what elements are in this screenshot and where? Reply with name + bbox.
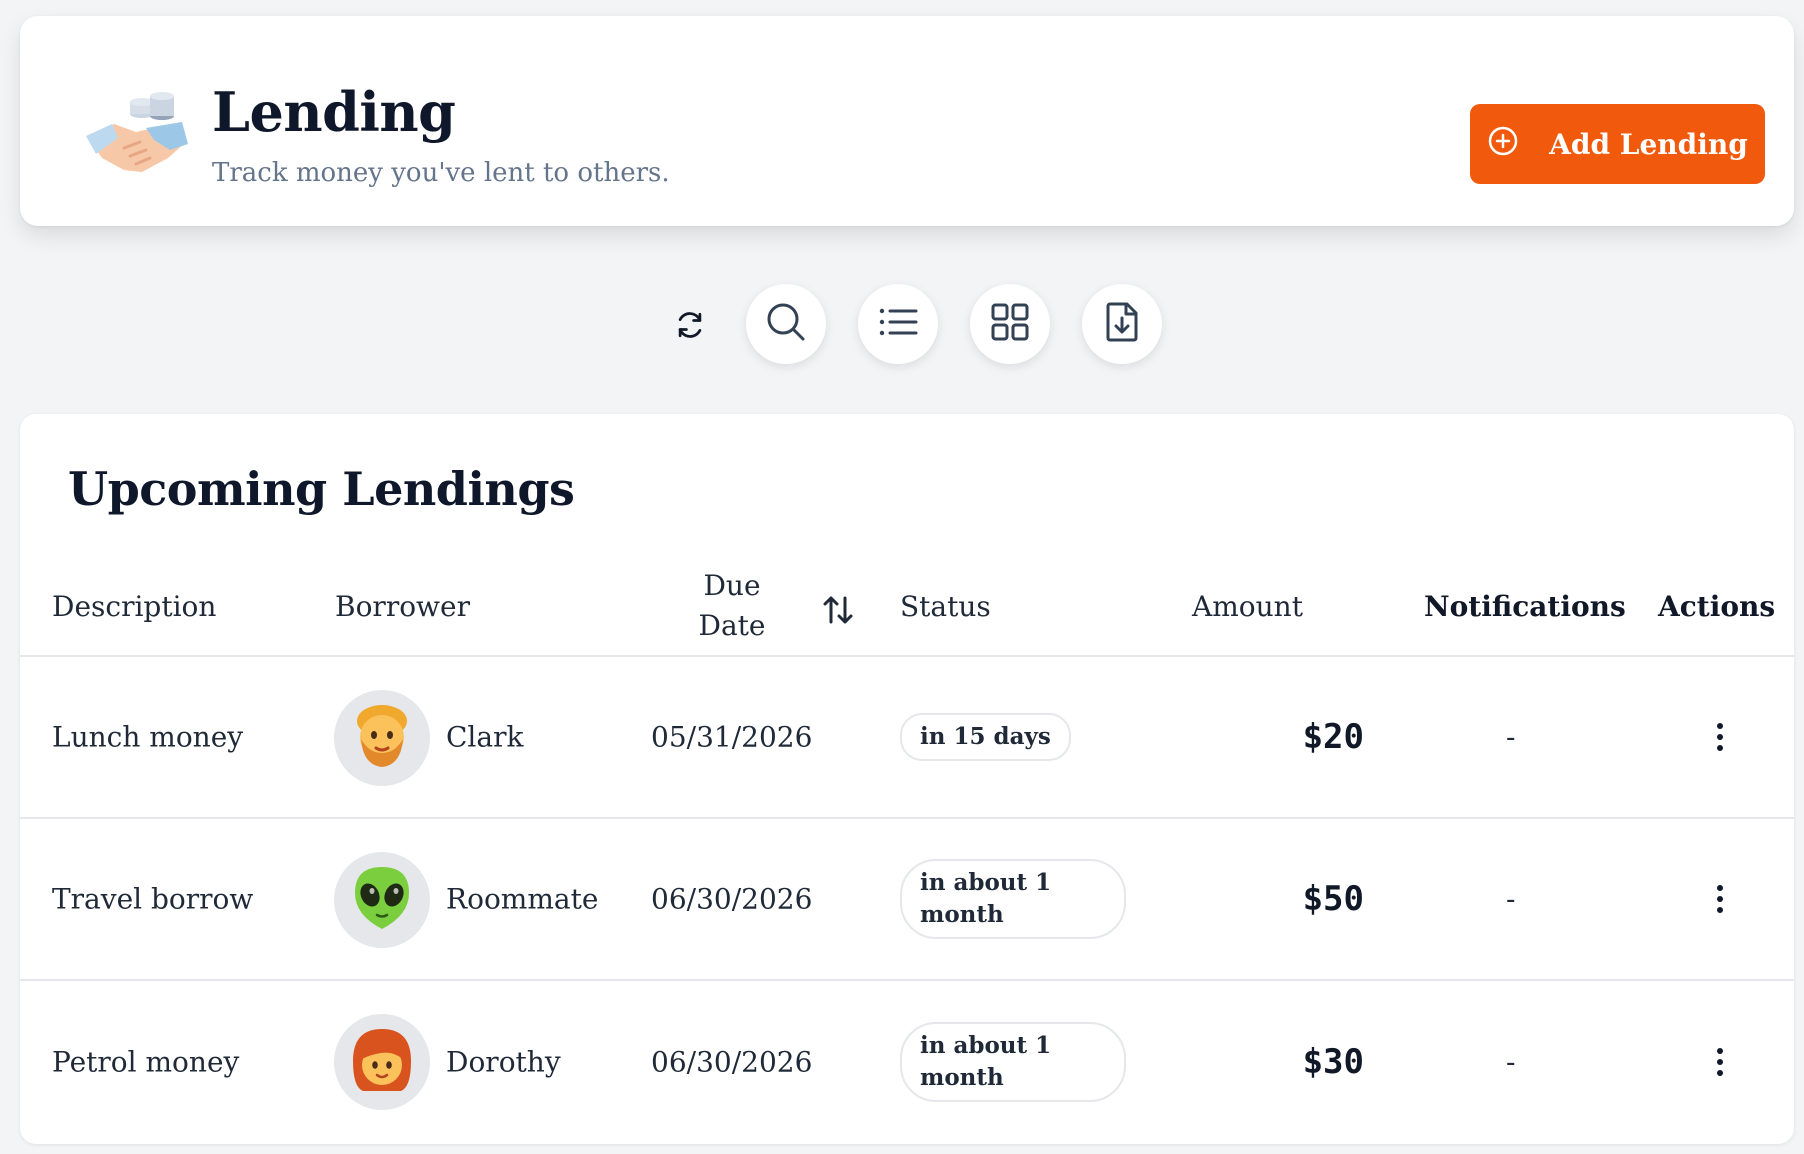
handshake-coins-icon [84,88,192,184]
grid-view-button[interactable] [970,284,1050,364]
refresh-icon[interactable] [670,305,710,345]
row-notifications: - [1506,1045,1516,1079]
table-row[interactable]: Lunch money Clark 05/31/2026 in 15 days … [20,657,1794,819]
more-actions-icon[interactable] [1710,719,1730,755]
row-amount: $30 [1302,1042,1364,1082]
add-lending-button[interactable]: Add Lending [1470,104,1765,184]
search-button[interactable] [746,284,826,364]
more-actions-icon[interactable] [1710,1044,1730,1080]
row-due-date: 06/30/2026 [651,1045,813,1079]
upcoming-lendings-card: Upcoming Lendings Description Borrower D… [20,414,1794,1144]
grid-view-icon [988,300,1032,348]
plus-circle-icon [1487,125,1519,164]
column-header-borrower[interactable]: Borrower [335,590,470,623]
page-title: Lending [212,80,456,144]
avatar [334,852,430,948]
row-borrower: Dorothy [446,1045,561,1079]
avatar [334,1014,430,1110]
row-notifications: - [1506,882,1516,916]
red-haired-woman-emoji [347,1025,417,1099]
add-lending-label: Add Lending [1549,127,1748,161]
section-title: Upcoming Lendings [68,462,575,516]
row-description: Travel borrow [52,882,254,916]
column-header-status[interactable]: Status [900,590,991,623]
row-borrower: Clark [446,720,524,754]
column-header-actions: Actions [1658,590,1776,623]
more-actions-icon[interactable] [1710,881,1730,917]
export-file-icon [1100,300,1144,348]
alien-emoji [347,863,417,937]
status-badge: in about 1 month [900,1022,1126,1102]
row-description: Petrol money [52,1045,240,1079]
status-badge: in about 1 month [900,859,1126,939]
page-subtitle: Track money you've lent to others. [212,158,670,188]
row-due-date: 05/31/2026 [651,720,813,754]
row-amount: $50 [1302,879,1364,919]
column-header-notifications: Notifications [1424,590,1626,623]
bearded-person-emoji [347,701,417,775]
list-view-button[interactable] [858,284,938,364]
table-row[interactable]: Travel borrow Roommate 06/30/2026 in abo… [20,819,1794,981]
table-row[interactable]: Petrol money Dorothy 06/30/2026 in about… [20,981,1794,1143]
search-icon [764,300,808,348]
due-date-header-line2: Date [698,609,766,642]
column-header-due-date[interactable]: Due Date [662,566,802,646]
column-header-amount[interactable]: Amount [1192,590,1303,623]
row-borrower: Roommate [446,882,599,916]
export-button[interactable] [1082,284,1162,364]
status-badge: in 15 days [900,713,1071,761]
row-description: Lunch money [52,720,244,754]
column-header-description[interactable]: Description [52,590,216,623]
sort-icon[interactable] [820,592,856,628]
page-header: Lending Track money you've lent to other… [20,16,1794,226]
row-amount: $20 [1302,717,1364,757]
list-view-icon [876,300,920,348]
avatar [334,690,430,786]
row-due-date: 06/30/2026 [651,882,813,916]
due-date-header-line1: Due [703,569,761,602]
row-notifications: - [1506,720,1516,754]
